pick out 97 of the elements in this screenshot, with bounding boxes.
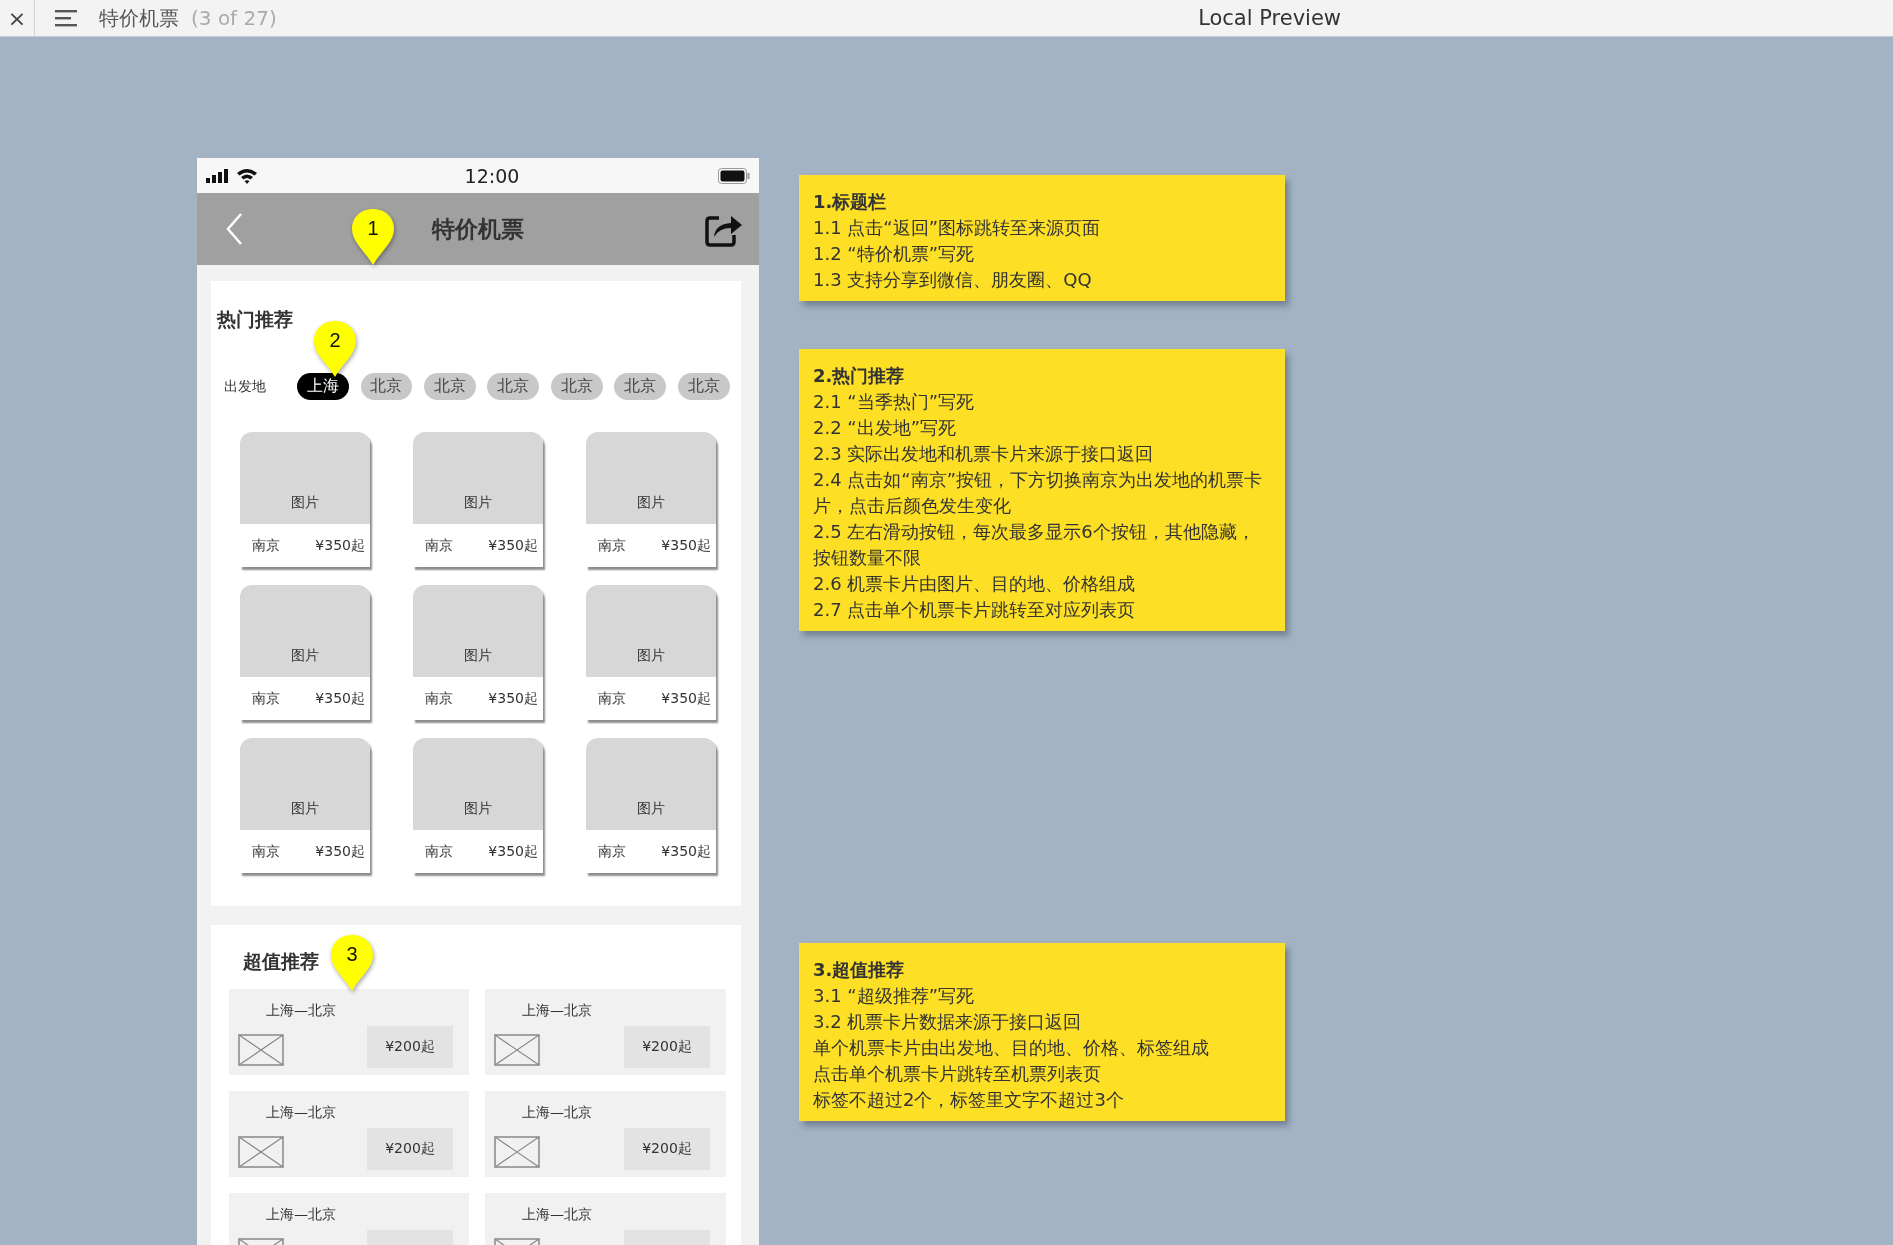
deal-card[interactable]: 上海—北京 (229, 1193, 469, 1245)
note-title: 2.热门推荐 (813, 364, 906, 388)
callout-pin: 3 (328, 933, 376, 993)
image-placeholder: 图片 (240, 432, 370, 524)
note-text: 标签不超过2个，标签里文字不超过3个 (813, 1088, 1125, 1112)
deal-card[interactable]: 上海—北京 ¥200起 (229, 989, 469, 1075)
close-button[interactable]: × (0, 5, 34, 31)
deal-card[interactable]: 上海—北京 (485, 1193, 726, 1245)
price-text: ¥350起 (488, 536, 538, 555)
ticket-card[interactable]: 图片 南京 ¥350起 (413, 585, 543, 720)
image-placeholder: 图片 (586, 432, 716, 524)
destination-text: 南京 (425, 536, 453, 555)
ticket-card[interactable]: 图片 南京 ¥350起 (413, 432, 543, 567)
note-title: 3.超值推荐 (813, 958, 906, 982)
destination-text: 南京 (425, 842, 453, 861)
deal-card[interactable]: 上海—北京 ¥200起 (485, 989, 726, 1075)
route-text: 上海—北京 (265, 1002, 337, 1020)
route-text: 上海—北京 (521, 1206, 593, 1224)
price-text: ¥350起 (315, 689, 365, 708)
price-tag: ¥200起 (624, 1128, 710, 1170)
note-text: 单个机票卡片由出发地、目的地、价格、标签组成 (813, 1036, 1210, 1060)
deal-card[interactable]: 上海—北京 ¥200起 (485, 1091, 726, 1177)
battery-icon (718, 167, 750, 184)
wifi-icon (236, 167, 258, 184)
section-title: 热门推荐 (217, 307, 293, 332)
destination-text: 南京 (252, 689, 280, 708)
image-placeholder-icon (238, 1034, 284, 1066)
section-title: 超值推荐 (243, 949, 319, 974)
price-tag: ¥200起 (367, 1026, 453, 1068)
note-text: 3.2 机票卡片数据来源于接口返回 (813, 1010, 1083, 1034)
route-text: 上海—北京 (265, 1206, 337, 1224)
note-text: 点击单个机票卡片跳转至机票列表页 (813, 1062, 1102, 1086)
image-placeholder: 图片 (240, 585, 370, 677)
note-text: 1.3 支持分享到微信、朋友圈、QQ (813, 268, 1093, 292)
price-text: ¥350起 (488, 842, 538, 861)
note-text: 2.6 机票卡片由图片、目的地、价格组成 (813, 572, 1137, 596)
destination-text: 南京 (425, 689, 453, 708)
ticket-card[interactable]: 图片 南京 ¥350起 (586, 585, 716, 720)
origin-chip[interactable]: 上海 (297, 373, 349, 400)
note-text: 2.2 “出发地”写死 (813, 416, 957, 440)
image-placeholder: 图片 (413, 432, 543, 524)
ticket-card[interactable]: 图片 南京 ¥350起 (240, 585, 370, 720)
note-text: 2.1 “当季热门”写死 (813, 390, 975, 414)
destination-text: 南京 (598, 689, 626, 708)
note-text: 3.1 “超级推荐”写死 (813, 984, 975, 1008)
deal-card[interactable]: 上海—北京 ¥200起 (229, 1091, 469, 1177)
destination-text: 南京 (598, 842, 626, 861)
image-placeholder: 图片 (413, 585, 543, 677)
origin-chip[interactable]: 北京 (677, 373, 730, 400)
origin-label: 出发地 (224, 377, 267, 396)
note-text: 2.5 左右滑动按钮，每次最多显示6个按钮，其他隐藏，按钮数量不限 (813, 520, 1256, 570)
preview-label: Local Preview (1198, 6, 1341, 30)
image-placeholder: 图片 (586, 585, 716, 677)
back-icon[interactable] (225, 212, 243, 246)
ticket-card[interactable]: 图片 南京 ¥350起 (586, 432, 716, 567)
origin-chip[interactable]: 北京 (360, 373, 413, 400)
price-text: ¥350起 (488, 689, 538, 708)
destination-text: 南京 (252, 842, 280, 861)
route-text: 上海—北京 (521, 1104, 593, 1122)
price-text: ¥350起 (661, 536, 711, 555)
image-placeholder: 图片 (586, 738, 716, 830)
nav-title: 特价机票 (432, 214, 524, 244)
signal-icon (206, 168, 228, 183)
page-counter: (3 of 27) (191, 6, 277, 30)
origin-chip[interactable]: 北京 (550, 373, 603, 400)
price-text: ¥350起 (315, 842, 365, 861)
status-time: 12:00 (464, 164, 520, 187)
ticket-card[interactable]: 图片 南京 ¥350起 (240, 738, 370, 873)
origin-chip[interactable]: 北京 (614, 373, 667, 400)
note-text: 1.2 “特价机票”写死 (813, 242, 975, 266)
image-placeholder-icon (494, 1034, 540, 1066)
origin-chip[interactable]: 北京 (487, 373, 540, 400)
price-tag: ¥200起 (367, 1128, 453, 1170)
note-text: 2.7 点击单个机票卡片跳转至对应列表页 (813, 598, 1137, 622)
page-title: 特价机票 (99, 4, 179, 32)
note-text: 1.1 点击“返回”图标跳转至来源页面 (813, 216, 1101, 240)
price-text: ¥350起 (315, 536, 365, 555)
route-text: 上海—北京 (265, 1104, 337, 1122)
price-text: ¥350起 (661, 689, 711, 708)
price-tag: ¥200起 (624, 1026, 710, 1068)
image-placeholder: 图片 (240, 738, 370, 830)
ticket-card[interactable]: 图片 南京 ¥350起 (586, 738, 716, 873)
origin-chip[interactable]: 北京 (423, 373, 476, 400)
image-placeholder-icon (238, 1136, 284, 1168)
ticket-card[interactable]: 图片 南京 ¥350起 (413, 738, 543, 873)
note-text: 2.4 点击如“南京”按钮，下方切换南京为出发地的机票卡片，点击后颜色发生变化 (813, 468, 1263, 518)
route-text: 上海—北京 (521, 1002, 593, 1020)
price-text: ¥350起 (661, 842, 711, 861)
note-text: 2.3 实际出发地和机票卡片来源于接口返回 (813, 442, 1155, 466)
ticket-card[interactable]: 图片 南京 ¥350起 (240, 432, 370, 567)
image-placeholder-icon (494, 1136, 540, 1168)
image-placeholder: 图片 (413, 738, 543, 830)
destination-text: 南京 (598, 536, 626, 555)
note-title: 1.标题栏 (813, 190, 888, 214)
destination-text: 南京 (252, 536, 280, 555)
menu-icon[interactable] (55, 9, 77, 27)
callout-pin: 1 (349, 207, 397, 267)
